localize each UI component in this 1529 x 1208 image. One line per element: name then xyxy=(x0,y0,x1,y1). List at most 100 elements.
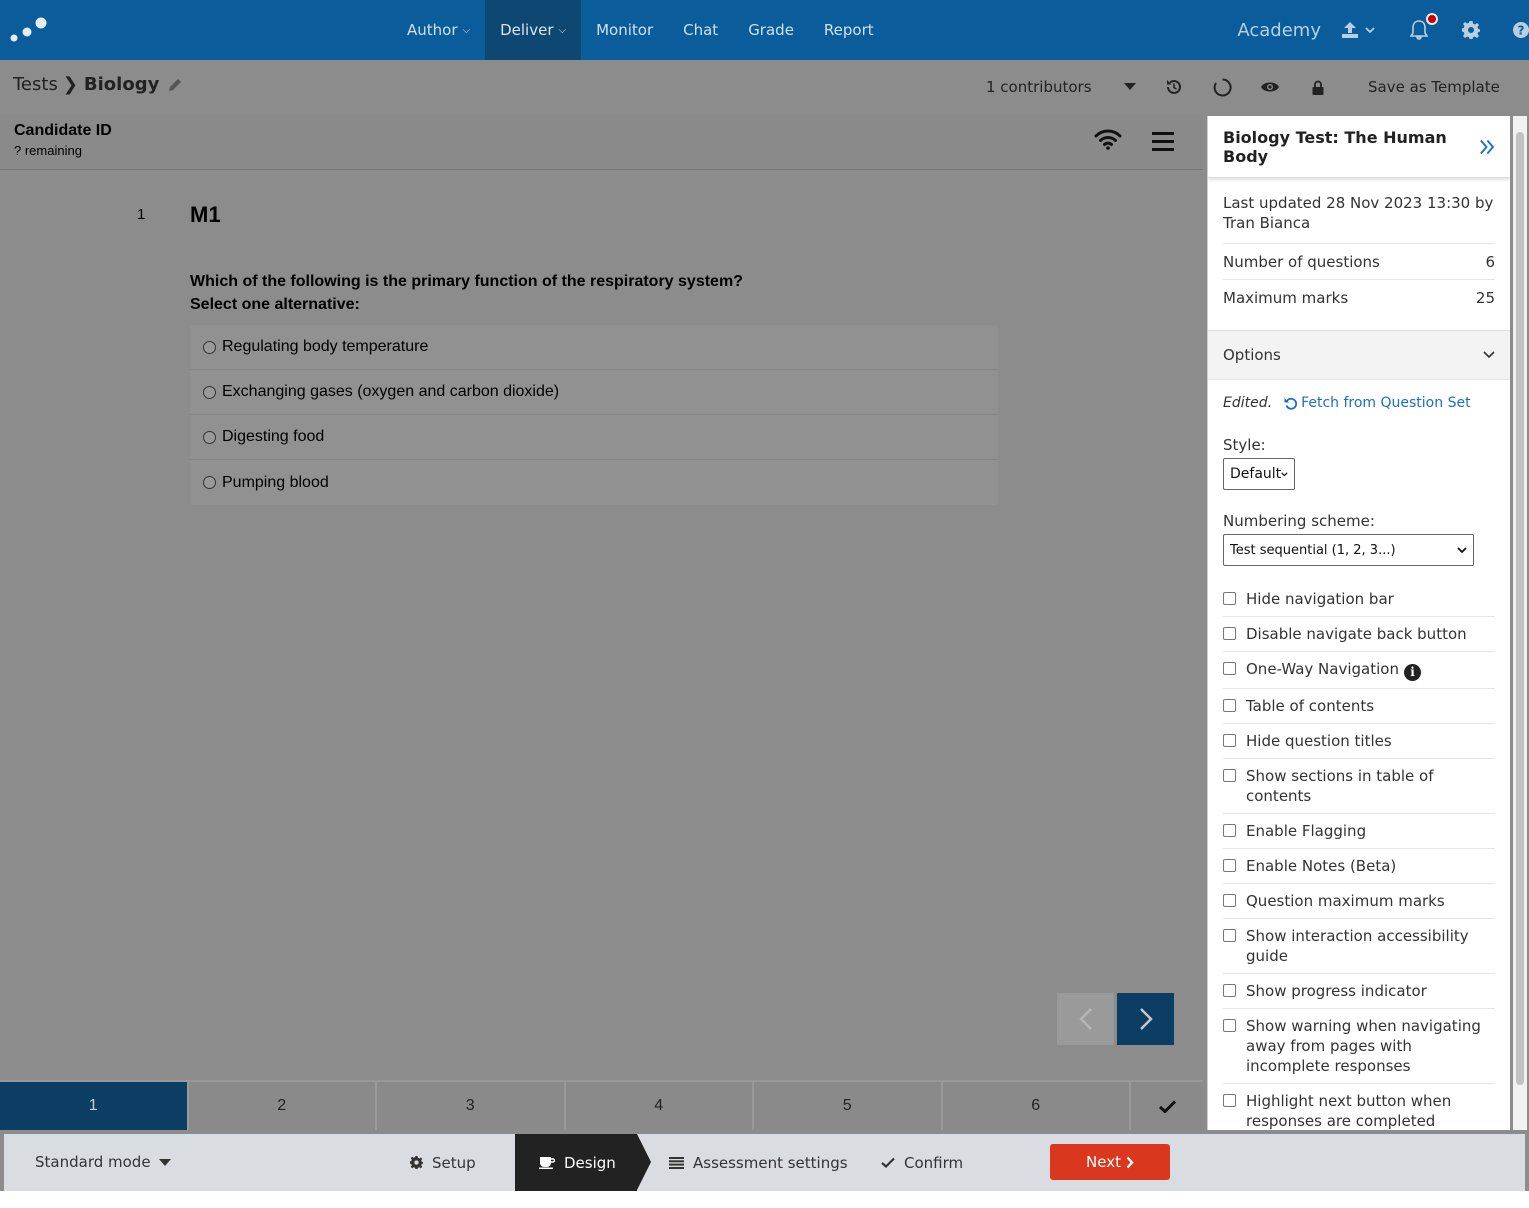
menu-icon[interactable] xyxy=(1152,132,1174,151)
checkbox[interactable] xyxy=(1223,929,1236,942)
hide-navigation-bar-option[interactable]: Hide navigation bar xyxy=(1223,582,1495,617)
wifi-icon xyxy=(1094,129,1122,150)
wizard-bar: Standard mode Setup Design Assessment se… xyxy=(4,1134,1525,1191)
checkbox[interactable] xyxy=(1223,1094,1236,1107)
alternative-option[interactable]: Digesting food xyxy=(190,415,998,460)
alternative-option[interactable]: Pumping blood xyxy=(190,460,998,505)
checkbox[interactable] xyxy=(1223,1019,1236,1032)
finish-tab[interactable] xyxy=(1131,1082,1203,1130)
next-button[interactable]: Next xyxy=(1050,1144,1170,1180)
progress-indicator-option[interactable]: Show progress indicator xyxy=(1223,974,1495,1009)
checkbox[interactable] xyxy=(1223,734,1236,747)
numbering-scheme-select[interactable]: Test sequential (1, 2, 3...) xyxy=(1223,534,1474,566)
info-icon[interactable]: i xyxy=(1403,664,1421,681)
nav-chat[interactable]: Chat xyxy=(668,0,733,60)
candidate-bar: Candidate ID ? remaining xyxy=(0,114,1203,170)
checkbox[interactable] xyxy=(1223,699,1236,712)
edited-status: Edited. Fetch from Question Set xyxy=(1223,395,1471,411)
check-icon xyxy=(881,1157,895,1168)
collapse-panel-icon[interactable] xyxy=(1479,139,1495,155)
maximum-marks-value: 25 xyxy=(1475,289,1495,307)
hide-question-titles-option[interactable]: Hide question titles xyxy=(1223,724,1495,759)
gear-icon[interactable] xyxy=(1461,20,1481,40)
radio-button[interactable] xyxy=(203,340,216,354)
eye-icon[interactable] xyxy=(1260,77,1280,97)
radio-button[interactable] xyxy=(203,476,216,489)
page-tab-3[interactable]: 3 xyxy=(377,1082,566,1130)
breadcrumb-current: Biology xyxy=(83,74,160,95)
previous-page-button[interactable] xyxy=(1057,993,1114,1045)
contributors-dropdown[interactable]: 1 contributors xyxy=(986,78,1136,96)
pencil-icon[interactable] xyxy=(167,77,183,93)
candidate-id: Candidate ID xyxy=(14,122,112,139)
scrollbar-thumb[interactable] xyxy=(1516,132,1524,1085)
incomplete-warning-option[interactable]: Show warning when navigating away from p… xyxy=(1223,1009,1495,1084)
checkbox[interactable] xyxy=(1223,627,1236,640)
show-sections-toc-option[interactable]: Show sections in table of contents xyxy=(1223,759,1495,814)
nav-monitor[interactable]: Monitor xyxy=(581,0,668,60)
app-logo-icon[interactable] xyxy=(10,16,50,46)
checkbox[interactable] xyxy=(1223,769,1236,782)
radio-button[interactable] xyxy=(203,385,216,399)
upload-icon[interactable] xyxy=(1341,20,1377,40)
academy-link[interactable]: Academy xyxy=(1237,20,1321,41)
alternatives-list: Regulating body temperature Exchanging g… xyxy=(190,325,998,505)
window-bottom-edge xyxy=(0,1191,1529,1208)
list-icon xyxy=(669,1156,684,1169)
checkbox[interactable] xyxy=(1223,662,1236,675)
page-tab-1[interactable]: 1 xyxy=(0,1082,189,1130)
question-maximum-marks-option[interactable]: Question maximum marks xyxy=(1223,884,1495,919)
checkbox[interactable] xyxy=(1223,859,1236,872)
checkbox[interactable] xyxy=(1223,592,1236,605)
checkbox[interactable] xyxy=(1223,894,1236,907)
alternative-option[interactable]: Regulating body temperature xyxy=(190,325,998,370)
save-as-template-button[interactable]: Save as Template xyxy=(1368,78,1500,96)
radio-button[interactable] xyxy=(203,430,216,444)
undo-icon xyxy=(1284,397,1298,410)
accessibility-guide-option[interactable]: Show interaction accessibility guide xyxy=(1223,919,1495,974)
question-number: 1 xyxy=(137,206,146,223)
nav-grade[interactable]: Grade xyxy=(733,0,809,60)
fetch-from-question-set-link[interactable]: Fetch from Question Set xyxy=(1284,395,1471,411)
page-tab-5[interactable]: 5 xyxy=(754,1082,943,1130)
one-way-navigation-option[interactable]: One-Way Navigation i xyxy=(1223,652,1495,689)
alternative-option[interactable]: Exchanging gases (oxygen and carbon diox… xyxy=(190,370,998,415)
refresh-icon[interactable] xyxy=(1212,77,1232,97)
numbering-scheme-label: Numbering scheme: xyxy=(1223,512,1375,530)
panel-header: Biology Test: The Human Body xyxy=(1208,116,1510,178)
svg-text:?: ? xyxy=(1518,24,1525,38)
step-assessment-settings[interactable]: Assessment settings xyxy=(669,1134,848,1191)
page-tab-6[interactable]: 6 xyxy=(943,1082,1131,1130)
highlight-next-option[interactable]: Highlight next button when responses are… xyxy=(1223,1084,1495,1130)
step-setup[interactable]: Setup xyxy=(410,1134,476,1191)
nav-report[interactable]: Report xyxy=(809,0,889,60)
mode-dropdown[interactable]: Standard mode xyxy=(35,1153,171,1171)
remaining-count: ? remaining xyxy=(14,143,82,158)
step-confirm[interactable]: Confirm xyxy=(881,1134,963,1191)
next-page-button[interactable] xyxy=(1117,993,1174,1045)
disable-navigate-back-option[interactable]: Disable navigate back button xyxy=(1223,617,1495,652)
lock-icon[interactable] xyxy=(1308,77,1328,97)
maximum-marks-row: Maximum marks 25 xyxy=(1223,289,1495,307)
bell-icon[interactable] xyxy=(1409,13,1438,40)
step-design[interactable]: Design xyxy=(515,1134,651,1191)
options-toggle[interactable]: Options xyxy=(1208,330,1510,380)
enable-notes-option[interactable]: Enable Notes (Beta) xyxy=(1223,849,1495,884)
test-toolbar: Tests ❯ Biology 1 contributors Save as T… xyxy=(0,60,1529,114)
chevron-left-icon xyxy=(1078,1008,1092,1030)
table-of-contents-option[interactable]: Table of contents xyxy=(1223,689,1495,724)
breadcrumb-tests[interactable]: Tests xyxy=(13,74,58,95)
help-icon[interactable]: ? xyxy=(1513,20,1529,40)
nav-deliver[interactable]: Deliver ⌵ xyxy=(485,0,582,60)
checkbox[interactable] xyxy=(1223,824,1236,837)
panel-scrollbar[interactable] xyxy=(1513,116,1527,1130)
enable-flagging-option[interactable]: Enable Flagging xyxy=(1223,814,1495,849)
checkbox[interactable] xyxy=(1223,984,1236,997)
page-tab-4[interactable]: 4 xyxy=(566,1082,754,1130)
style-select[interactable]: Default xyxy=(1223,458,1295,490)
breadcrumb: Tests ❯ Biology xyxy=(13,74,183,95)
history-icon[interactable] xyxy=(1164,77,1184,97)
question-title: M1 xyxy=(190,202,221,227)
nav-author[interactable]: Author ⌵ xyxy=(392,0,485,60)
page-tab-2[interactable]: 2 xyxy=(189,1082,377,1130)
